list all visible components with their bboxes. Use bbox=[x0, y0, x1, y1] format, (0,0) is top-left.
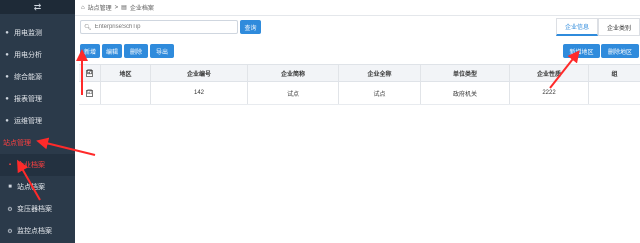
toggle-icon: ⇄ bbox=[33, 1, 42, 12]
energy-icon: ● bbox=[5, 74, 9, 80]
cell-nature: 2222 bbox=[510, 82, 589, 104]
cell-extra bbox=[589, 82, 640, 104]
select-all-checkbox[interactable]: ☑ bbox=[86, 69, 93, 77]
gear-icon: ⚙ bbox=[7, 206, 13, 213]
breadcrumb-current: 企业档案 bbox=[129, 6, 154, 12]
breadcrumb: ⌂ 站点管理 > ▤ 企业档案 bbox=[75, 0, 640, 16]
sidebar-item-enterprise-files[interactable]: ▪ 企业档案 bbox=[0, 154, 75, 176]
header-nature[interactable]: 企业性质 bbox=[510, 65, 589, 81]
tab-enterprise-category[interactable]: 企业类别 bbox=[598, 18, 640, 36]
file-icon: ▪ bbox=[8, 162, 12, 168]
cell-area bbox=[101, 82, 151, 104]
sidebar-item-energy[interactable]: ● 综合能源 bbox=[0, 66, 75, 88]
cell-full-name: 试点 bbox=[339, 82, 421, 104]
edit-button[interactable]: 编辑 bbox=[102, 44, 122, 58]
search-box: 🔍︎ bbox=[80, 20, 238, 34]
tab-bar: 企业信息 企业类别 bbox=[556, 18, 640, 36]
row-select[interactable]: ☑ bbox=[79, 82, 101, 104]
tab-enterprise-info[interactable]: 企业信息 bbox=[556, 18, 598, 36]
delete-area-button[interactable]: 删除地区 bbox=[601, 44, 639, 58]
query-button[interactable]: 查询 bbox=[240, 20, 261, 34]
header-short-name[interactable]: 企业简称 bbox=[248, 65, 339, 81]
gear-icon: ⚙ bbox=[7, 228, 13, 235]
home-icon: ⌂ bbox=[81, 4, 85, 11]
sidebar-item-monitor-point-files[interactable]: ⚙ 监控点档案 bbox=[0, 220, 75, 242]
sidebar-item-maintenance[interactable]: ● 运维管理 bbox=[0, 110, 75, 132]
breadcrumb-separator: > bbox=[114, 4, 119, 11]
cell-unit-type: 政府机关 bbox=[421, 82, 510, 104]
sidebar-item-analysis[interactable]: ● 用电分析 bbox=[0, 44, 75, 66]
header-code[interactable]: 企业编号 bbox=[151, 65, 248, 81]
search-input[interactable] bbox=[94, 24, 225, 30]
bookmark-icon: ■ bbox=[8, 184, 12, 190]
header-unit-type[interactable]: 单位类型 bbox=[421, 65, 510, 81]
sidebar-item-site-management[interactable]: 站点管理 bbox=[0, 132, 75, 154]
table-header: ☑ 地区 企业编号 企业简称 企业全称 单位类型 企业性质 组 bbox=[79, 64, 640, 82]
enterprise-table: ☑ 地区 企业编号 企业简称 企业全称 单位类型 企业性质 组 ☑ 142 试点… bbox=[79, 64, 640, 105]
delete-button[interactable]: 删除 bbox=[124, 44, 148, 58]
annotation-arrows bbox=[17, 49, 580, 201]
sidebar-item-site-files[interactable]: ■ 站点档案 bbox=[0, 176, 75, 198]
add-area-button[interactable]: 新增地区 bbox=[563, 44, 600, 58]
report-icon: ● bbox=[5, 96, 9, 102]
table-row[interactable]: ☑ 142 试点 试点 政府机关 2222 bbox=[79, 82, 640, 105]
document-icon: ▤ bbox=[121, 5, 127, 11]
sidebar: ⇄ ● 用电监测 ● 用电分析 ● 综合能源 ● 报表管理 ● 运维管理 站点管理 ▪ 企业… bbox=[0, 0, 75, 243]
export-button[interactable]: 导出 bbox=[150, 44, 174, 58]
row-checkbox[interactable]: ☑ bbox=[86, 89, 93, 97]
sidebar-item-monitoring[interactable]: ● 用电监测 bbox=[0, 22, 75, 44]
analysis-icon: ● bbox=[5, 52, 9, 58]
sidebar-item-transformer-files[interactable]: ⚙ 变压器档案 bbox=[0, 198, 75, 220]
monitor-icon: ● bbox=[5, 30, 9, 36]
cell-code: 142 bbox=[151, 82, 248, 104]
breadcrumb-home[interactable]: 站点管理 bbox=[88, 3, 112, 12]
header-select-all[interactable]: ☑ bbox=[79, 65, 101, 81]
app: ⇄ ● 用电监测 ● 用电分析 ● 综合能源 ● 报表管理 ● 运维管理 站点管理 ▪ 企业… bbox=[0, 0, 640, 243]
header-area[interactable]: 地区 bbox=[101, 65, 151, 81]
header-full-name[interactable]: 企业全称 bbox=[339, 65, 421, 81]
cell-short-name: 试点 bbox=[248, 82, 339, 104]
add-button[interactable]: 新增 bbox=[80, 44, 100, 58]
search-icon: 🔍︎ bbox=[84, 24, 92, 31]
sidebar-item-reports[interactable]: ● 报表管理 bbox=[0, 88, 75, 110]
sidebar-toggle[interactable]: ⇄ bbox=[0, 0, 75, 14]
maintenance-icon: ● bbox=[5, 118, 9, 124]
header-extra[interactable]: 组 bbox=[589, 65, 640, 81]
